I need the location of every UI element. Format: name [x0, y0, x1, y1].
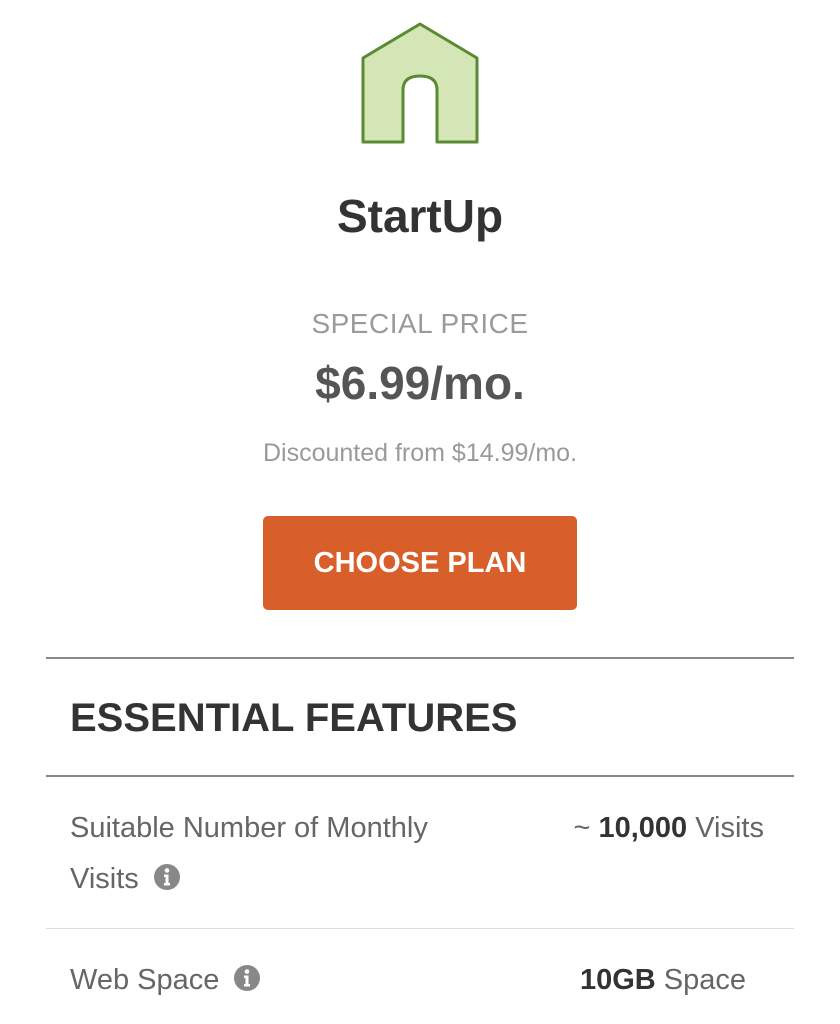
- feature-label-web-space: Web Space: [70, 955, 261, 1005]
- pricing-card: StartUp SPECIAL PRICE $6.99/mo. Discount…: [0, 0, 840, 1024]
- features-section-title: ESSENTIAL FEATURES: [70, 696, 518, 740]
- info-icon[interactable]: [153, 863, 181, 891]
- info-icon[interactable]: [233, 964, 261, 992]
- feature-label-text: Web Space: [70, 964, 220, 996]
- special-price-label: SPECIAL PRICE: [311, 308, 529, 339]
- choose-plan-button[interactable]: CHOOSE PLAN: [263, 516, 577, 610]
- value-bold: 10,000: [598, 812, 688, 844]
- feature-value-web-space: 10GB Space: [580, 955, 746, 1005]
- value-bold: 10GB: [579, 964, 656, 996]
- plan-price: $6.99/mo.: [315, 357, 525, 409]
- house-icon: [361, 22, 479, 144]
- feature-label-text: Suitable Number of Monthly: [70, 812, 428, 844]
- value-suffix: Visits: [687, 812, 764, 844]
- row-divider: [46, 928, 794, 929]
- feature-label-monthly-visits: Suitable Number of Monthly: [70, 803, 428, 853]
- feature-value-monthly-visits: ~ 10,000 Visits: [573, 803, 764, 853]
- plan-name: StartUp: [336, 190, 504, 242]
- feature-label-text: Visits: [70, 863, 139, 895]
- divider: [46, 657, 794, 659]
- feature-label-monthly-visits-cont: Visits: [70, 854, 181, 904]
- divider: [46, 775, 794, 777]
- value-suffix: Space: [655, 964, 746, 996]
- value-prefix: ~: [573, 812, 599, 844]
- discount-text: Discounted from $14.99/mo.: [262, 439, 578, 467]
